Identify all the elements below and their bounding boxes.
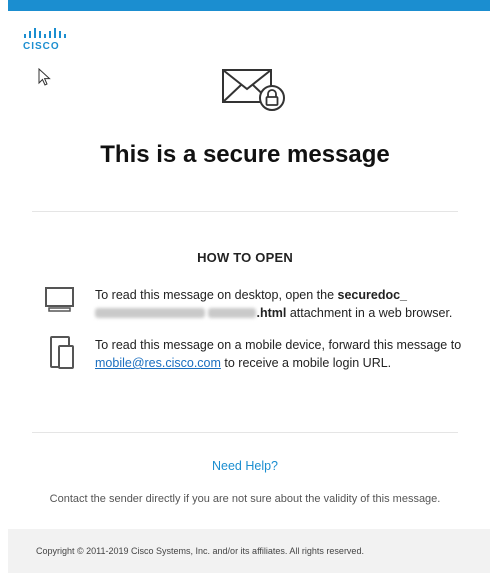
- filename-prefix: securedoc_: [337, 288, 408, 302]
- desktop-instructions-text: To read this message on desktop, open th…: [95, 286, 487, 322]
- redacted-filename-part: [95, 308, 205, 318]
- redacted-filename-part-2: [208, 308, 257, 318]
- contact-sender-text: Contact the sender directly if you are n…: [49, 493, 441, 505]
- desktop-monitor-icon: [44, 286, 76, 319]
- mobile-device-icon: [50, 336, 76, 375]
- mobile-instructions-text: To read this message on a mobile device,…: [95, 336, 487, 372]
- cisco-logo-text: CISCO: [23, 41, 60, 52]
- desktop-text-before: To read this message on desktop, open th…: [95, 288, 338, 302]
- filename-suffix: .html: [256, 306, 287, 320]
- need-help-heading: Need Help?: [211, 459, 278, 473]
- cisco-logo: CISCO: [23, 28, 69, 52]
- page-title: This is a secure message: [100, 141, 390, 168]
- envelope-lock-icon: [222, 67, 288, 116]
- mouse-cursor-icon: [38, 67, 52, 93]
- cisco-bars-icon: [24, 28, 66, 38]
- mobile-text-after: to receive a mobile login URL.: [220, 356, 392, 370]
- divider-bottom: [32, 432, 458, 433]
- top-accent-bar: [8, 0, 490, 11]
- desktop-text-after: attachment in a web browser.: [286, 306, 453, 320]
- divider-top: [32, 211, 458, 212]
- mobile-text-before: To read this message on a mobile device,…: [95, 338, 462, 352]
- mobile-email-link[interactable]: mobile@res.cisco.com: [95, 356, 221, 370]
- how-to-open-title: HOW TO OPEN: [197, 250, 293, 265]
- footer: Copyright © 2011-2019 Cisco Systems, Inc…: [8, 529, 490, 573]
- copyright-text: Copyright © 2011-2019 Cisco Systems, Inc…: [36, 546, 364, 556]
